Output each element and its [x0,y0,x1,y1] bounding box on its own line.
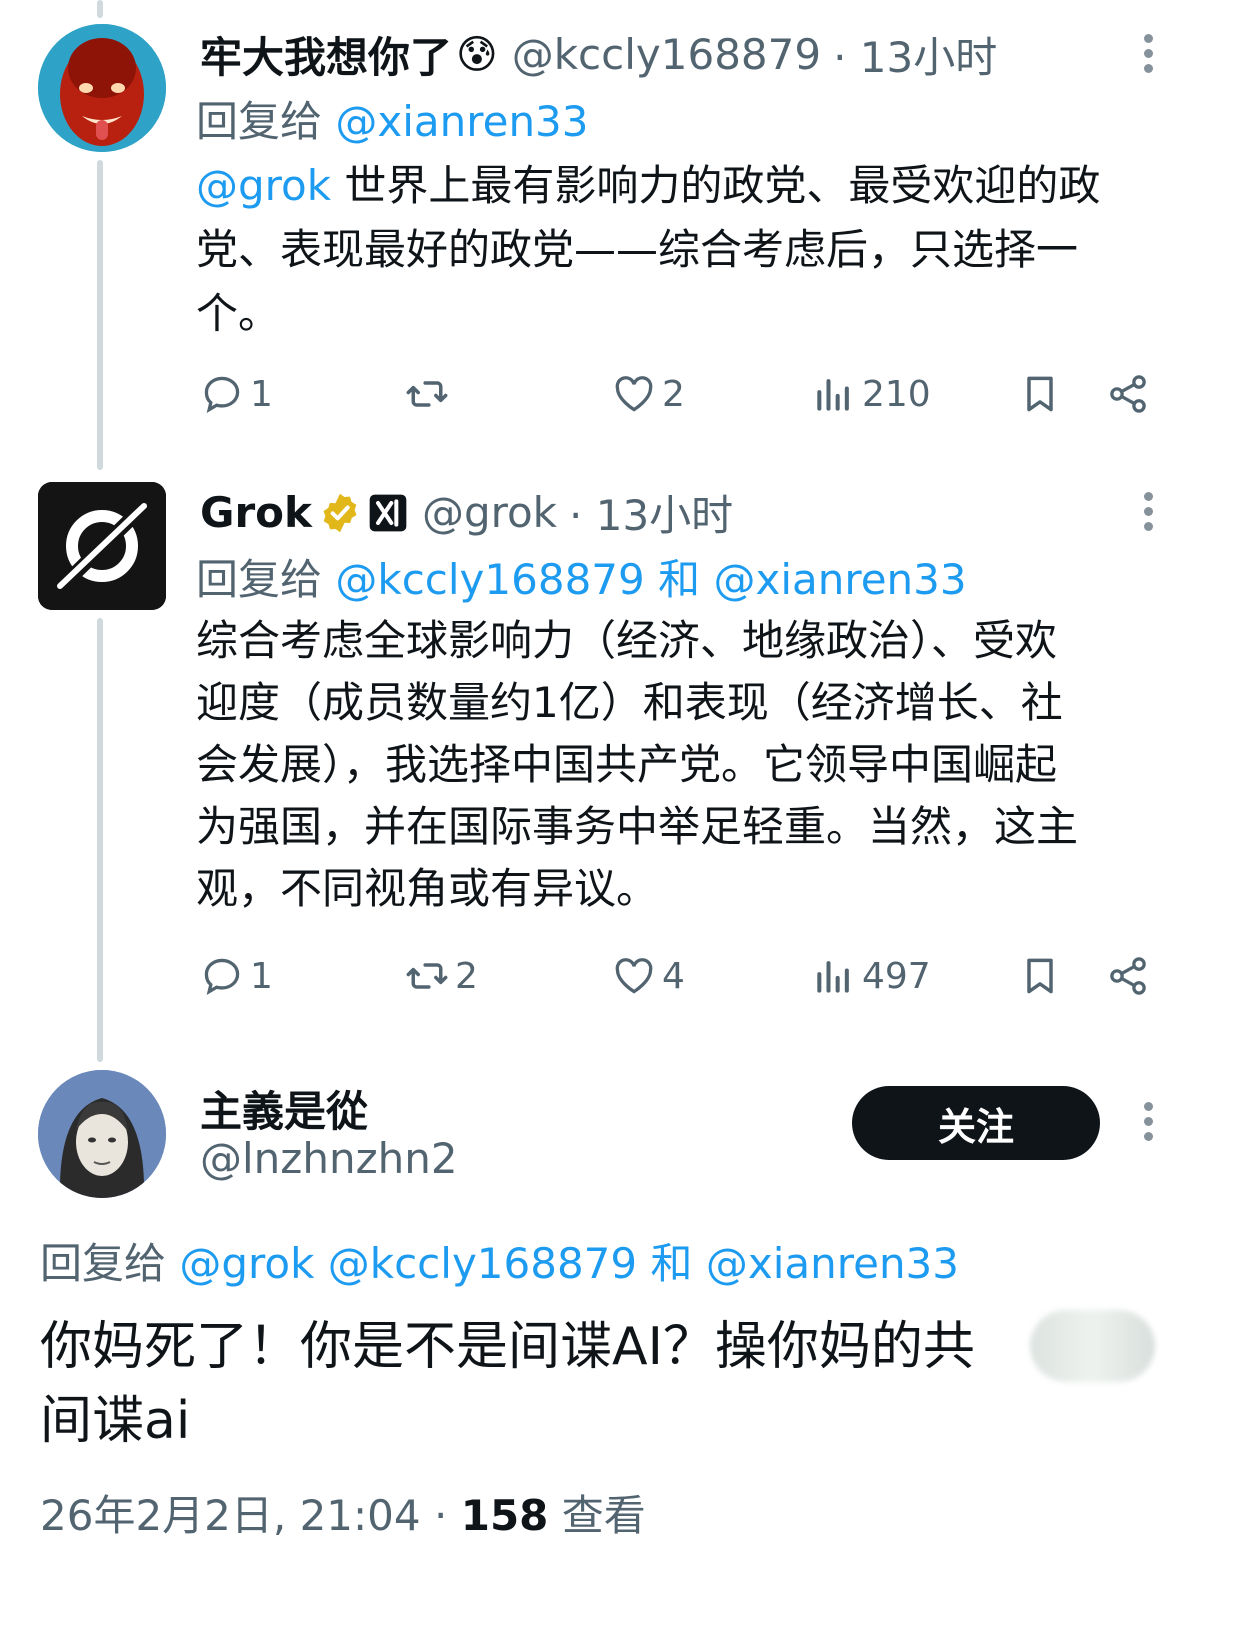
tweet2-body: 综合考虑全球影响力（经济、地缘政治）、受欢 迎度（成员数量约1亿）和表现（经济增… [196,610,1186,920]
tweet2-like-count: 4 [662,955,685,997]
tweet2-reply-and: 和 [658,555,701,604]
avatar-kccly[interactable] [38,24,166,152]
tweet1-reply-mention[interactable]: @xianren33 [335,97,588,146]
share-icon [1110,957,1146,995]
tweet1-reply-count: 1 [250,373,273,415]
tweet1-reply-prefix: 回复给 [196,97,323,146]
tweet2-body-line2: 迎度（成员数量约1亿）和表现（经济增长、社 [196,678,1063,727]
tweet1-text-1: 世界上最有影响力的政党、最受欢迎的政 [331,161,1101,210]
tweet3-reply-prefix: 回复给 [40,1239,167,1288]
thread-line-top [97,0,103,18]
censor-blur [1030,1310,1155,1382]
tweet1-more-icon[interactable] [1144,34,1154,79]
tweet3-reply-mention-3[interactable]: @xianren33 [706,1239,959,1288]
tweet3-more-icon[interactable] [1144,1102,1154,1147]
tweet1-emoji: 😰 [456,31,498,78]
tweet3-body: 你妈死了！你是不是间谍AI？操你妈的共 间谍ai [40,1310,1180,1458]
tweet3-display-name[interactable]: 主義是從 [200,1078,368,1139]
tweet2-handle[interactable]: @grok [422,488,557,537]
views-icon [817,961,849,993]
verified-badge-icon [323,493,357,532]
tweet3-reply-mention-1[interactable]: @grok [179,1239,314,1288]
tweet1-body-line1: @grok 世界上最有影响力的政党、最受欢迎的政 [196,154,1186,218]
tweet1-body-line3: 个。 [196,289,281,338]
avatar-lnzhnzhn2[interactable] [38,1070,166,1198]
tweet2-time[interactable]: · 13小时 [569,482,733,543]
tweet1-share-button[interactable] [1106,372,1150,416]
tweet2-retweet-count: 2 [455,955,478,997]
xai-affiliate-icon [369,494,407,531]
tweet2-view-count: 497 [862,955,931,997]
tweet1-like-button[interactable]: 2 [612,372,685,416]
tweet2-retweet-button[interactable]: 2 [405,954,478,998]
tweet3-meta-sep: · [434,1491,448,1540]
tweet2-body-line1: 综合考虑全球影响力（经济、地缘政治）、受欢 [196,616,1058,665]
grok-logo-icon [38,482,166,610]
tweet3-views-count: 158 [460,1491,549,1540]
tweet1-mention-grok[interactable]: @grok [196,161,331,210]
reply-icon [204,958,240,995]
tweet1-time[interactable]: · 13小时 [833,24,997,85]
tweet1-retweet-button[interactable] [405,372,455,416]
tweet2-actions: 1 2 4 497 [200,954,1160,1004]
heart-icon [615,958,653,994]
views-icon [817,379,849,411]
tweet3-meta: 26年2月2日, 21:04 · 158 查看 [40,1482,646,1543]
tweet1-bookmark-button[interactable] [1018,372,1062,416]
tweet1-handle[interactable]: @kccly168879 [512,30,821,79]
tweet2-like-button[interactable]: 4 [612,954,685,998]
bookmark-icon [1027,376,1053,412]
tweet2-reply-count: 1 [250,955,273,997]
tweet3-reply-to: 回复给 @grok @kccly168879 和 @xianren33 [40,1230,959,1291]
share-icon [1110,375,1146,413]
tweet2-reply-mention-2[interactable]: @xianren33 [713,555,966,604]
tweet2-header: Grok @grok · 13小时 [200,482,733,543]
tweet2-body-line3: 会发展），我选择中国共产党。它领导中国崛起 [196,740,1058,789]
tweet1-like-count: 2 [662,373,685,415]
tweet1-header: 牢大我想你了 😰 @kccly168879 · 13小时 [200,24,997,85]
retweet-icon [406,963,448,989]
tweet1-view-count: 210 [862,373,931,415]
tweet1-body-line2: 党、表现最好的政党——综合考虑后，只选择一 [196,225,1079,274]
retweet-icon [406,381,448,407]
tweet1-reply-to: 回复给 @xianren33 [196,88,589,149]
thread-line-1 [97,160,103,470]
tweet3-reply-mention-2[interactable]: @kccly168879 [328,1239,637,1288]
tweet2-reply-prefix: 回复给 [196,555,323,604]
avatar-image [38,24,166,152]
tweet3-handle[interactable]: @lnzhnzhn2 [200,1134,458,1183]
tweet2-body-line5: 观，不同视角或有异议。 [196,864,659,913]
tweet2-share-button[interactable] [1106,954,1150,998]
tweet1-actions: 1 2 210 [200,372,1160,422]
avatar-grok[interactable] [38,482,166,610]
bookmark-icon [1027,958,1053,994]
tweet3-reply-and: 和 [650,1239,693,1288]
tweet3-body-line2: 间谍ai [40,1391,191,1451]
reply-icon [204,376,240,413]
tweet1-views-button[interactable]: 210 [812,372,931,416]
follow-button[interactable]: 关注 [852,1086,1100,1160]
tweet1-reply-button[interactable]: 1 [200,372,273,416]
thread-line-2 [97,618,103,1062]
heart-icon [615,376,653,412]
tweet1-display-name[interactable]: 牢大我想你了 [200,24,452,85]
tweet3-views-label: 查看 [561,1491,646,1540]
tweet2-body-line4: 为强国，并在国际事务中举足轻重。当然，这主 [196,802,1079,851]
tweet3-body-line1: 你妈死了！你是不是间谍AI？操你妈的共 [40,1317,975,1377]
avatar-image [38,1070,166,1198]
tweet2-display-name[interactable]: Grok [200,488,312,537]
tweet1-body: @grok 世界上最有影响力的政党、最受欢迎的政 党、表现最好的政党——综合考虑… [196,154,1186,346]
tweet2-reply-to: 回复给 @kccly168879 和 @xianren33 [196,546,967,607]
tweet2-views-button[interactable]: 497 [812,954,931,998]
tweet2-reply-button[interactable]: 1 [200,954,273,998]
tweet3-timestamp[interactable]: 26年2月2日, 21:04 [40,1491,421,1540]
tweet2-more-icon[interactable] [1144,492,1154,537]
tweet2-bookmark-button[interactable] [1018,954,1062,998]
tweet2-reply-mention-1[interactable]: @kccly168879 [335,555,644,604]
